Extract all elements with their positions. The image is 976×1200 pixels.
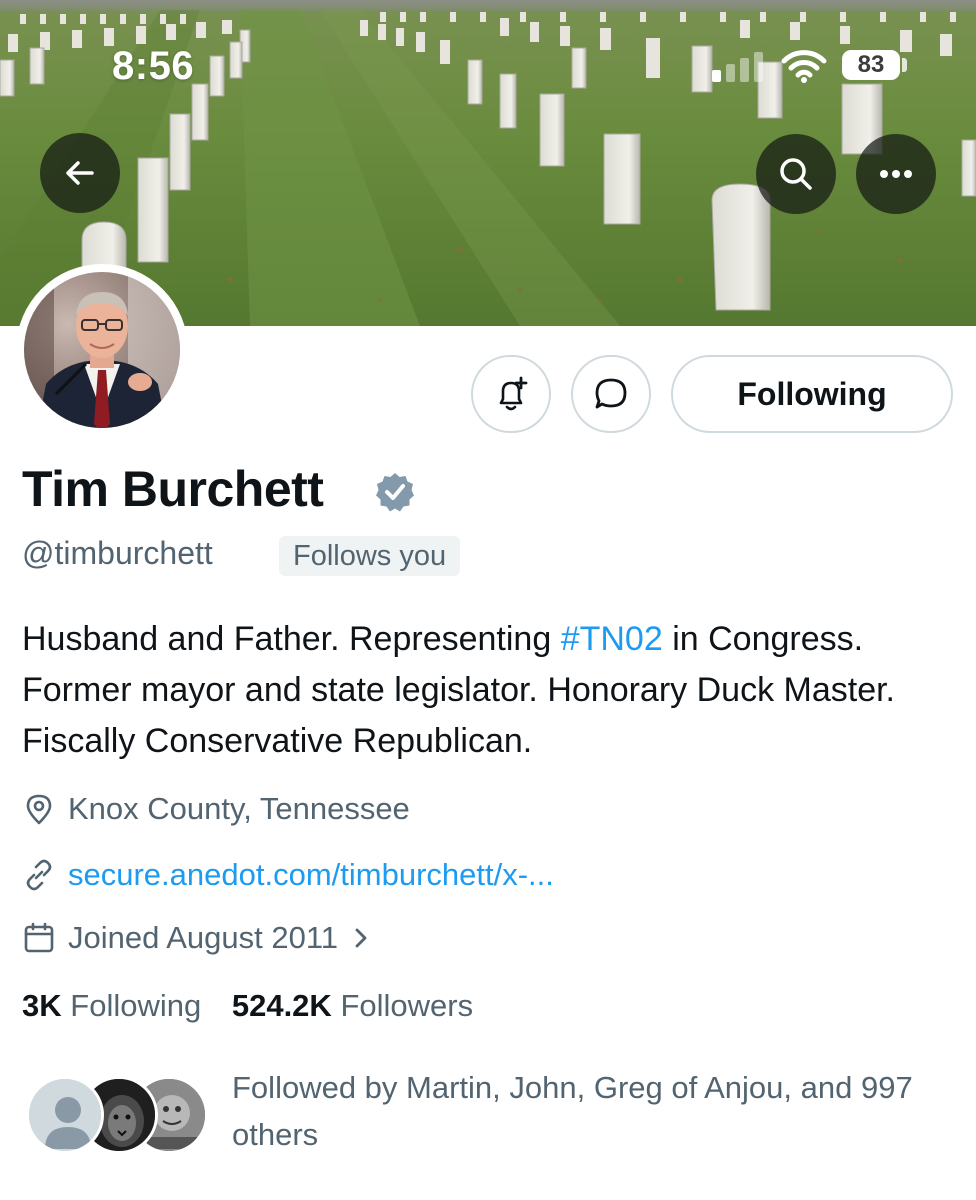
search-icon [780,158,812,190]
bell-plus-icon [499,376,528,411]
location-pin-icon [26,794,52,825]
following-label: Following [70,988,202,1023]
profile-handle: @timburchett [22,535,213,571]
more-options-button[interactable] [856,134,936,214]
followers-count: 524.2K [231,988,332,1023]
bio-hashtag-link[interactable]: #TN02 [561,620,663,658]
follower-avatar-1 [26,1076,104,1154]
calendar-icon [24,922,54,953]
verified-badge-icon[interactable] [374,471,416,513]
status-bar-time: 8:56 [112,44,195,88]
followers-count-link[interactable]: 524.2K Followers [232,988,473,1023]
wifi-icon [781,50,827,83]
profile-name: Tim Burchett [22,461,324,517]
back-button[interactable] [40,133,120,213]
follows-you-badge: Follows you [279,536,461,576]
message-bubble-icon [595,378,627,409]
profile-avatar[interactable] [16,264,188,436]
joined-date-text: Joined August 2011 [68,920,339,955]
profile-location: Knox County, Tennessee [22,789,410,829]
battery-indicator: 83 [842,50,900,80]
more-horizontal-icon [880,170,912,178]
location-text: Knox County, Tennessee [68,791,410,826]
bio-text-start: Husband and Father. Representing [22,620,561,658]
profile-joined[interactable]: Joined August 2011 [22,918,374,958]
notifications-button[interactable] [471,355,551,433]
follow-stats: 3K Following 524.2K Followers [22,988,473,1024]
message-button[interactable] [571,355,651,433]
arrow-left-icon [66,161,94,185]
search-button[interactable] [756,134,836,214]
following-count: 3K [22,988,62,1023]
avatar-photo [24,272,180,428]
following-count-link[interactable]: 3K Following [22,988,201,1023]
cellular-signal-icon [712,50,772,82]
profile-bio: Husband and Father. Representing #TN02 i… [22,614,962,767]
followed-by-text[interactable]: Followed by Martin, John, Greg of Anjou,… [232,1064,932,1158]
battery-nub [902,58,907,72]
profile-website[interactable]: secure.anedot.com/timburchett/x-... [22,855,554,895]
link-icon [26,859,52,891]
following-button[interactable]: Following [671,355,953,433]
website-link[interactable]: secure.anedot.com/timburchett/x-... [68,857,554,893]
chevron-right-icon [355,928,367,948]
followers-label: Followers [340,988,474,1023]
